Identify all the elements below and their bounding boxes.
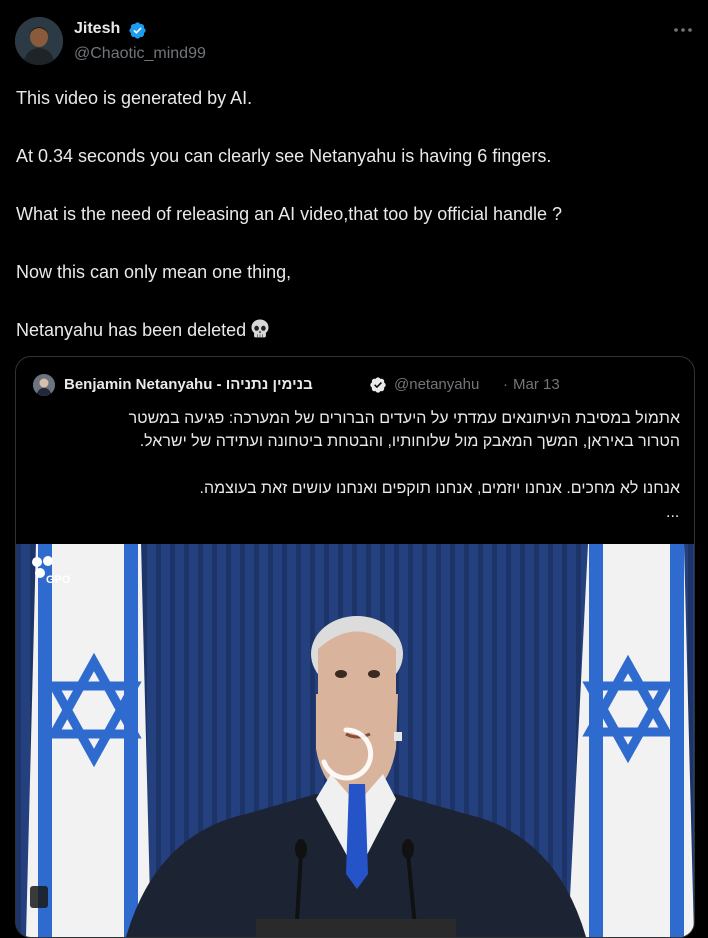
tweet-line: This video is generated by AI. [16, 88, 253, 108]
quoted-verified-badge-icon [370, 377, 386, 393]
quoted-author-name[interactable]: Benjamin Netanyahu - בנימין נתניהו [64, 376, 313, 393]
tweet-line: Netanyahu has been deleted [16, 320, 247, 340]
quoted-text-line: אתמול במסיבת העיתונאים עמדתי על היעדים ה… [128, 410, 680, 427]
video-control-indicator[interactable] [30, 886, 48, 908]
quoted-author-handle[interactable]: @netanyahu [394, 376, 479, 393]
quoted-text-line: הטרור באיראן, המשך המאבק מול שלוחותיו, ו… [139, 433, 680, 450]
tweet-line: At 0.34 seconds you can clearly see Neta… [16, 146, 552, 166]
author-avatar[interactable] [15, 17, 63, 65]
tweet-text: This video is generated by AI. At 0.34 s… [16, 86, 686, 376]
skull-icon [251, 319, 269, 338]
loading-spinner-icon [321, 727, 374, 781]
video-player[interactable]: GPO [16, 544, 694, 937]
meta-separator: · [503, 376, 508, 393]
show-more-ellipsis[interactable]: ... [666, 504, 679, 522]
more-options-icon[interactable] [672, 22, 694, 38]
quoted-author-avatar[interactable] [33, 374, 55, 396]
quoted-text-line: אנחנו לא מחכים. אנחנו יוזמים, אנחנו תוקפ… [199, 480, 680, 497]
author-handle[interactable]: @Chaotic_mind99 [74, 45, 206, 63]
author-name[interactable]: Jitesh [74, 20, 120, 38]
verified-badge-icon [129, 22, 146, 39]
quoted-tweet-text: אתמול במסיבת העיתונאים עמדתי על היעדים ה… [30, 407, 680, 500]
gpo-watermark: GPO [46, 574, 71, 586]
quoted-tweet[interactable]: Benjamin Netanyahu - בנימין נתניהו @neta… [15, 356, 695, 938]
tweet-line: What is the need of releasing an AI vide… [16, 204, 563, 224]
quoted-date[interactable]: Mar 13 [513, 376, 560, 393]
tweet-line-last: Netanyahu has been deleted [16, 318, 686, 342]
tweet-line: Now this can only mean one thing, [16, 262, 292, 282]
